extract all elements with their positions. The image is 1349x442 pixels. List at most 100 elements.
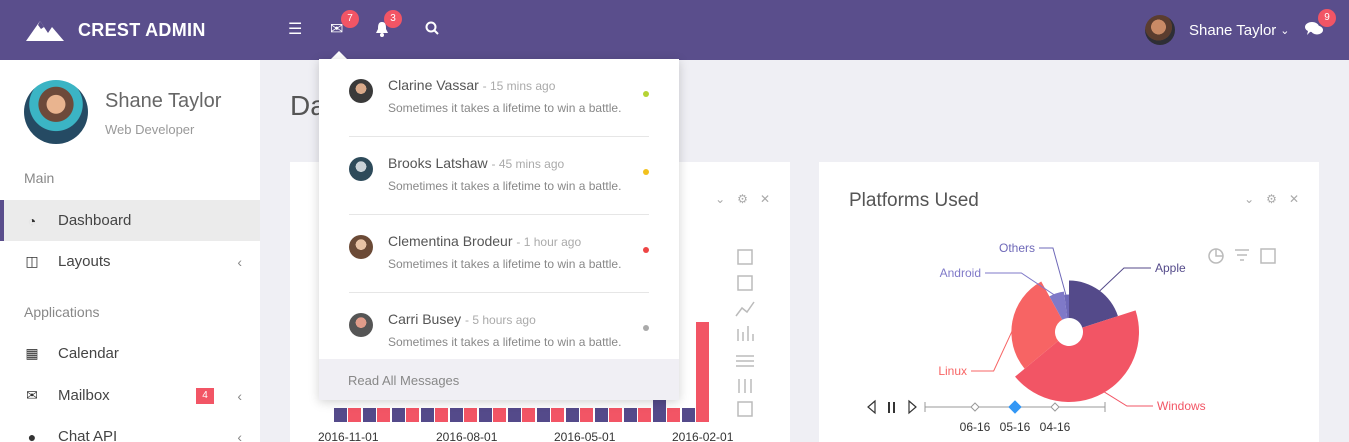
pie-chart: Apple Windows Linux Android Others 06-16 05-16… [867, 241, 1206, 434]
bar [363, 408, 376, 422]
message-sender: Carri Busey - 5 hours ago [388, 311, 536, 327]
bar-chart-icon [737, 326, 754, 341]
sidebar: Shane Taylor Web Developer Main ◔ Dashbo… [0, 60, 260, 442]
gear-icon[interactable]: ⚙ [737, 192, 748, 206]
label-line [971, 321, 1017, 372]
envelope-icon: ✉ [26, 387, 38, 403]
tiled-icon [738, 379, 752, 393]
search-icon[interactable] [425, 21, 439, 40]
bar [464, 408, 477, 422]
status-dot [643, 325, 649, 331]
save-image-icon [737, 401, 753, 417]
bar [551, 408, 564, 422]
notification-badge: 3 [384, 10, 402, 28]
status-dot [643, 91, 649, 97]
bar [595, 408, 608, 422]
label-line [1096, 267, 1151, 294]
prev-icon[interactable] [867, 399, 876, 415]
sidebar-item-label: Chat API [58, 428, 118, 442]
sidebar-item-layouts[interactable]: ◫ Layouts ‹ [0, 241, 260, 282]
line-chart-icon [735, 301, 755, 317]
message-time: - 5 hours ago [465, 313, 536, 327]
chevron-left-icon: ‹ [237, 253, 242, 270]
bar [522, 408, 535, 422]
avatar [1145, 15, 1175, 45]
sender-name: Carri Busey [388, 311, 462, 327]
sidebar-item-mailbox[interactable]: ✉ Mailbox 4 ‹ [0, 375, 260, 416]
close-icon[interactable]: ✕ [760, 192, 770, 206]
sidebar-user-role: Web Developer [105, 122, 195, 137]
mountain-logo-icon [26, 21, 64, 41]
x-tick-label: 2016-11-01 [318, 430, 379, 442]
calendar-icon: ▦ [25, 345, 39, 361]
sidebar-item-label: Layouts [58, 253, 111, 270]
message-preview: Sometimes it takes a lifetime to win a b… [388, 335, 622, 349]
chat-badge: 9 [1318, 9, 1336, 27]
sidebar-item-chat-api[interactable]: ● Chat API ‹ [0, 416, 260, 442]
sidebar-item-dashboard[interactable]: ◔ Dashboard [0, 200, 260, 241]
message-time: - 1 hour ago [516, 235, 582, 249]
hamburger-menu-icon[interactable]: ☰ [288, 21, 302, 39]
avatar [349, 157, 373, 181]
sender-name: Brooks Latshaw [388, 155, 488, 171]
bar [682, 408, 695, 422]
timeline-point[interactable] [970, 402, 980, 412]
mail-badge: 7 [341, 10, 359, 28]
zoom-icon [737, 249, 753, 265]
message-item[interactable]: Clementina Brodeur - 1 hour ago Sometime… [349, 215, 649, 293]
bar [348, 408, 361, 422]
timeline-point[interactable] [1008, 400, 1022, 414]
read-all-messages-link[interactable]: Read All Messages [319, 359, 679, 400]
brand-name: CREST ADMIN [78, 19, 206, 40]
sidebar-item-label: Calendar [58, 345, 119, 362]
stack-icon [736, 355, 754, 367]
dashboard-icon: ◔ [27, 212, 37, 229]
next-icon[interactable] [908, 399, 917, 415]
message-preview: Sometimes it takes a lifetime to win a b… [388, 257, 622, 271]
bar [609, 408, 622, 422]
pause-icon[interactable] [888, 402, 895, 413]
message-preview: Sometimes it takes a lifetime to win a b… [388, 179, 622, 193]
timeline-control[interactable]: 06-16 05-16 04-16 [867, 399, 1106, 434]
message-item[interactable]: Clarine Vassar - 15 mins ago Sometimes i… [349, 59, 649, 137]
bar [624, 408, 637, 422]
bar [580, 408, 593, 422]
message-sender: Clementina Brodeur - 1 hour ago [388, 233, 581, 249]
sender-name: Clarine Vassar [388, 77, 479, 93]
bar [450, 408, 463, 422]
bar [435, 408, 448, 422]
sidebar-item-label: Dashboard [58, 212, 132, 229]
bar [421, 408, 434, 422]
platforms-card: Platforms Used ⌄ ⚙ ✕ Apple Windows Linux An… [819, 162, 1319, 442]
message-sender: Clarine Vassar - 15 mins ago [388, 77, 555, 93]
chevron-down-icon[interactable]: ⌄ [715, 192, 725, 206]
brand[interactable]: CREST ADMIN [26, 0, 206, 60]
user-menu[interactable]: Shane Taylor ⌄ [1145, 15, 1290, 45]
bar [479, 408, 492, 422]
message-sender: Brooks Latshaw - 45 mins ago [388, 155, 564, 171]
sidebar-item-calendar[interactable]: ▦ Calendar [0, 333, 260, 374]
top-navbar: CREST ADMIN ☰ ✉ 7 3 Shane Taylor ⌄ 9 [0, 0, 1349, 60]
section-label-main: Main [24, 170, 55, 186]
section-label-applications: Applications [24, 304, 100, 320]
timeline-point[interactable] [1050, 402, 1060, 412]
message-item[interactable]: Brooks Latshaw - 45 mins ago Sometimes i… [349, 137, 649, 215]
slice-label: Others [999, 241, 1035, 255]
bar [392, 408, 405, 422]
slice-label: Android [940, 266, 981, 280]
avatar [349, 235, 373, 259]
timeline-label: 05-16 [1000, 420, 1031, 434]
bar [508, 408, 521, 422]
status-dot [643, 169, 649, 175]
avatar[interactable] [24, 80, 88, 144]
bar [638, 408, 651, 422]
message-time: - 15 mins ago [482, 79, 556, 93]
bar [696, 322, 709, 422]
bar [334, 408, 347, 422]
chevron-left-icon: ‹ [237, 428, 242, 442]
bar [406, 408, 419, 422]
bar [667, 408, 680, 422]
message-preview: Sometimes it takes a lifetime to win a b… [388, 101, 622, 115]
avatar [349, 313, 373, 337]
x-tick-label: 2016-08-01 [436, 430, 498, 442]
